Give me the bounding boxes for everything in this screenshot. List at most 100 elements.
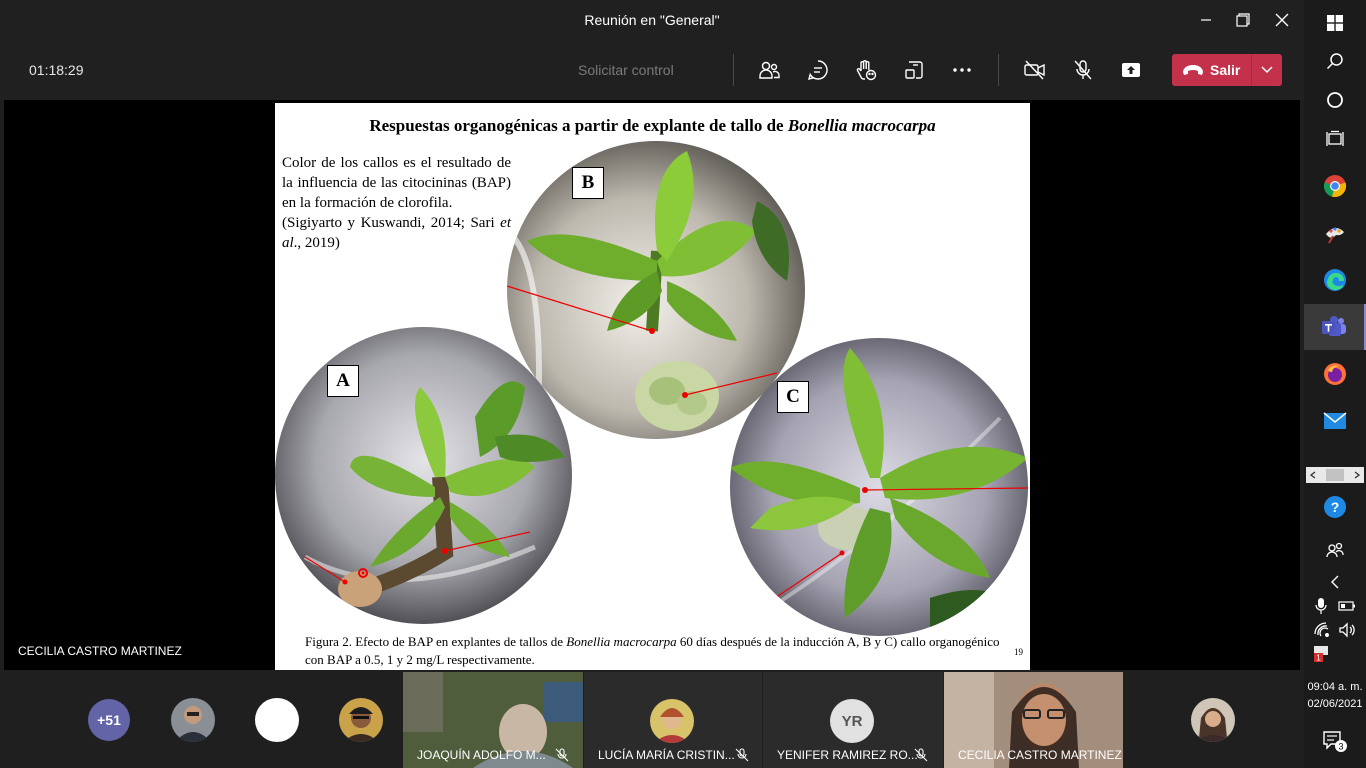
avatar[interactable] — [339, 698, 383, 742]
participants-button[interactable] — [756, 57, 782, 83]
citation-text: (Sigiyarto y Kuswandi, 2014; Sari — [282, 215, 501, 231]
chrome-icon — [1323, 175, 1347, 198]
panel-label-c: C — [777, 381, 809, 413]
toolbar-divider — [998, 54, 999, 86]
request-control-button[interactable]: Solicitar control — [578, 62, 674, 78]
mic-off-icon — [1074, 60, 1092, 80]
body-paragraph: Color de los callos es el resultado de l… — [282, 155, 511, 211]
figure-caption: Figura 2. Efecto de BAP en explantes de … — [305, 633, 1005, 669]
restore-button[interactable] — [1226, 6, 1260, 34]
chat-button[interactable] — [805, 57, 831, 83]
participant-tile[interactable]: LUCÍA MARÍA CRISTIN... — [584, 672, 762, 768]
people-icon — [759, 61, 780, 79]
battery-icon[interactable] — [1338, 597, 1356, 615]
meeting-timer: 01:18:29 — [29, 62, 84, 78]
svg-text:?: ? — [1331, 499, 1340, 515]
taskbar-teams[interactable] — [1304, 304, 1366, 350]
leave-meeting-button[interactable]: Salir — [1172, 54, 1282, 86]
avatar[interactable] — [171, 698, 215, 742]
leave-split-divider — [1251, 54, 1252, 86]
chevron-down-icon[interactable] — [1260, 65, 1274, 75]
participant-photo — [650, 699, 694, 743]
tray-row-1 — [1314, 597, 1356, 615]
plant-photo-a-image — [275, 327, 572, 624]
toolbar-divider — [733, 54, 734, 86]
mic-off-icon — [555, 748, 569, 762]
participant-name: JOAQUÍN ADOLFO M... — [417, 748, 546, 762]
chevron-right-icon — [1354, 471, 1360, 479]
title-bar: Reunión en "General" — [0, 0, 1304, 40]
edge-icon — [1324, 269, 1346, 291]
teams-meeting-window: Reunión en "General" 01:18:29 Solicitar … — [0, 0, 1366, 768]
more-actions-button[interactable] — [949, 57, 975, 83]
participant-photo — [339, 698, 383, 742]
taskbar-firefox[interactable] — [1304, 351, 1366, 397]
chevron-left-icon — [1331, 575, 1339, 589]
participant-video-tile[interactable]: JOAQUÍN ADOLFO M... — [403, 672, 583, 768]
volume-icon[interactable] — [1338, 622, 1356, 638]
scroll-thumb[interactable] — [1326, 469, 1344, 481]
share-screen-icon — [1122, 63, 1140, 77]
help-icon: ? — [1324, 496, 1346, 518]
initials-avatar: YR — [830, 699, 874, 743]
citation-year: ., 2019) — [293, 235, 340, 251]
close-icon — [1275, 13, 1289, 27]
citation: (Sigiyarto y Kuswandi, 2014; Sari et al.… — [282, 213, 511, 253]
caption-species: Bonellia macrocarpa — [566, 634, 677, 649]
windows-logo-icon — [1327, 15, 1343, 31]
clock-time[interactable]: 09:04 a. m. — [1304, 681, 1366, 693]
clock-date[interactable]: 02/06/2021 — [1304, 698, 1366, 710]
windows-taskbar: ? 1 09:04 a. m. 02/06/2021 3 — [1304, 0, 1366, 768]
task-view-icon — [1326, 130, 1344, 146]
caption-text: Figura 2. Efecto de BAP en explantes de … — [305, 634, 567, 649]
slide-title-text: Respuestas organogénicas a partir de exp… — [369, 116, 788, 135]
participant-tile[interactable]: YR YENIFER RAMIREZ RO... — [763, 672, 943, 768]
help-button[interactable]: ? — [1304, 484, 1366, 530]
share-tray-button[interactable] — [1118, 57, 1144, 83]
raise-hand-button[interactable] — [853, 57, 879, 83]
plant-photo-a — [275, 327, 572, 624]
action-center-button[interactable]: 3 — [1304, 718, 1366, 764]
plant-photo-c-image — [730, 338, 1028, 636]
close-window-button[interactable] — [1265, 6, 1299, 34]
camera-toggle-button[interactable] — [1022, 57, 1048, 83]
wifi-icon[interactable] — [1314, 622, 1330, 638]
slide-body-text: Color de los callos es el resultado de l… — [282, 153, 511, 253]
participant-video-tile[interactable]: CECILIA CASTRO MARTINEZ — [944, 672, 1123, 768]
camera-off-icon — [1024, 60, 1045, 80]
panel-label-b: B — [572, 167, 604, 199]
microphone-icon[interactable] — [1314, 597, 1328, 615]
window-title: Reunión en "General" — [584, 12, 720, 28]
paint-icon — [1326, 227, 1344, 244]
minimize-button[interactable] — [1189, 6, 1223, 34]
taskbar-mail[interactable] — [1304, 398, 1366, 444]
taskbar-scroller[interactable] — [1306, 467, 1364, 483]
panel-label-a: A — [327, 365, 359, 397]
mail-icon — [1323, 412, 1347, 429]
taskbar-edge[interactable] — [1304, 257, 1366, 303]
participant-photo — [171, 698, 215, 742]
overflow-participants-button[interactable]: +51 — [88, 699, 130, 741]
plant-photo-c — [730, 338, 1028, 636]
search-icon — [1326, 53, 1343, 70]
task-view-button[interactable] — [1304, 116, 1366, 162]
slide-number: 19 — [1014, 647, 1023, 657]
breakout-rooms-button[interactable] — [901, 57, 927, 83]
avatar[interactable] — [255, 698, 299, 742]
taskbar-chrome[interactable] — [1304, 163, 1366, 209]
participant-name: CECILIA CASTRO MARTINEZ — [958, 748, 1122, 762]
notification-count: 3 — [1338, 742, 1343, 752]
mic-toggle-button[interactable] — [1070, 57, 1096, 83]
breakout-rooms-icon — [905, 61, 923, 79]
leave-label: Salir — [1210, 62, 1241, 78]
plant-photo-b-image — [507, 141, 805, 439]
tray-row-2 — [1314, 622, 1356, 640]
slide-title-species: Bonellia macrocarpa — [787, 116, 936, 135]
teams-icon — [1322, 316, 1346, 336]
notification-icon: 3 — [1323, 731, 1347, 752]
tray-app-icon[interactable]: 1 — [1314, 646, 1328, 663]
firefox-icon — [1324, 363, 1346, 385]
taskbar-paint[interactable] — [1304, 210, 1366, 256]
avatar[interactable] — [1191, 698, 1235, 742]
tray-badge: 1 — [1316, 654, 1321, 663]
